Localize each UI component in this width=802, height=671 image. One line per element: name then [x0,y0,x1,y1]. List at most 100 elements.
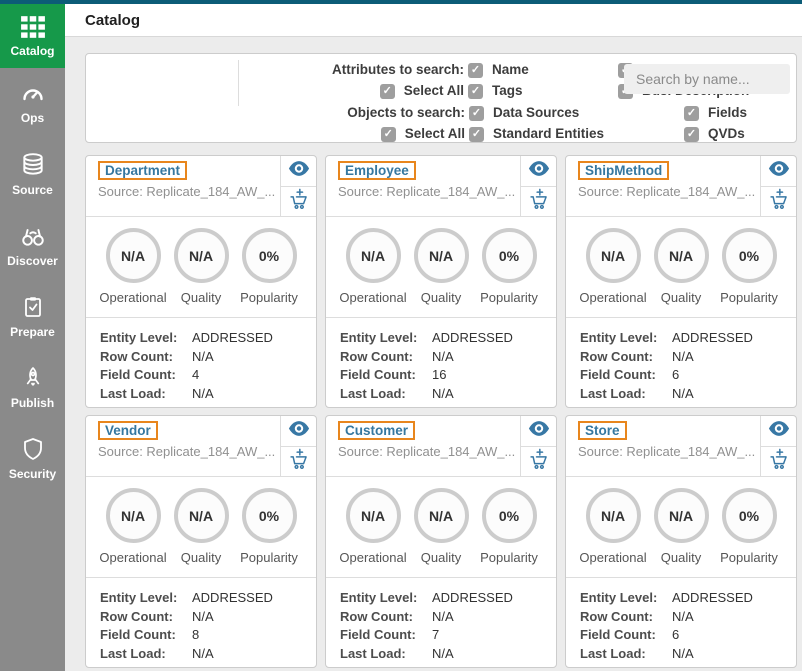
cart-plus-icon [529,448,549,475]
last-load-value: N/A [192,645,214,664]
last-load-value: N/A [432,385,454,404]
quality-meter: N/A Quality [647,228,715,317]
checkbox-standard-entities[interactable]: Standard Entities [469,125,684,143]
sidebar-item-prepare[interactable]: Prepare [0,281,65,352]
entity-level-value: ADDRESSED [672,589,753,608]
entity-title-link[interactable]: Vendor [98,421,158,440]
checkbox-objects-select-all[interactable]: Select All [201,125,469,143]
page-header: Catalog [65,4,802,37]
row-count-label: Row Count: [340,608,432,627]
entity-title-link[interactable]: Employee [338,161,416,180]
card-stats: Entity Level: ADDRESSED Row Count: N/A F… [566,317,796,403]
last-load-label: Last Load: [580,645,672,664]
row-count-value: N/A [672,608,694,627]
entity-source: Source: Replicate_184_AW_... [338,444,520,459]
add-to-cart-button[interactable] [761,187,796,217]
last-load-value: N/A [672,645,694,664]
popularity-label: Popularity [240,550,298,565]
search-input[interactable] [624,64,790,94]
sidebar-item-catalog[interactable]: Catalog [0,4,65,68]
checkbox-tags[interactable]: Tags [468,82,618,100]
sidebar-item-label: Ops [21,111,44,125]
add-to-cart-button[interactable] [761,447,796,477]
view-entity-button[interactable] [281,156,316,187]
quality-value: N/A [414,488,469,543]
sidebar-item-source[interactable]: Source [0,139,65,210]
entity-level-label: Entity Level: [340,589,432,608]
operational-value: N/A [586,488,641,543]
view-entity-button[interactable] [761,156,796,187]
card-meters: N/A Operational N/A Quality 0% Popularit… [86,477,316,577]
card-stats: Entity Level: ADDRESSED Row Count: N/A F… [86,577,316,663]
card-meters: N/A Operational N/A Quality 0% Popularit… [566,217,796,317]
checkbox-data-sources[interactable]: Data Sources [469,104,684,122]
view-entity-button[interactable] [521,156,556,187]
last-load-label: Last Load: [580,385,672,404]
sidebar-item-security[interactable]: Security [0,423,65,494]
popularity-value: 0% [722,488,777,543]
sidebar-item-ops[interactable]: Ops [0,68,65,139]
main-area: Catalog Attributes to search: Name Bus. … [65,4,802,671]
row-count-label: Row Count: [100,608,192,627]
operational-meter: N/A Operational [579,488,647,577]
operational-label: Operational [579,290,646,305]
sidebar-item-label: Source [12,183,53,197]
entity-level-value: ADDRESSED [432,589,513,608]
field-count-value: 8 [192,626,199,645]
eye-icon [288,160,310,182]
field-count-label: Field Count: [100,366,192,385]
row-count-value: N/A [672,348,694,367]
eye-icon [768,160,790,182]
popularity-label: Popularity [240,290,298,305]
entity-title-link[interactable]: Store [578,421,627,440]
sidebar-nav: Catalog Ops Source [0,4,65,671]
field-count-label: Field Count: [580,626,672,645]
checkbox-checked-icon [684,106,699,121]
field-count-value: 4 [192,366,199,385]
entity-level-label: Entity Level: [100,329,192,348]
add-to-cart-button[interactable] [521,447,556,477]
view-entity-button[interactable] [761,416,796,447]
quality-value: N/A [654,488,709,543]
quality-label: Quality [421,290,461,305]
entity-title-link[interactable]: Department [98,161,187,180]
attributes-label: Attributes to search: [246,61,468,79]
card-header: Department Source: Replicate_184_AW_... [86,156,316,217]
checkbox-fields[interactable]: Fields [684,104,794,122]
add-to-cart-button[interactable] [521,187,556,217]
popularity-meter: 0% Popularity [235,488,303,577]
popularity-value: 0% [482,488,537,543]
card-stats: Entity Level: ADDRESSED Row Count: N/A F… [86,317,316,403]
popularity-meter: 0% Popularity [715,488,783,577]
entity-title-link[interactable]: Customer [338,421,415,440]
eye-icon [528,160,550,182]
row-count-value: N/A [192,608,214,627]
popularity-label: Popularity [480,550,538,565]
quality-value: N/A [414,228,469,283]
add-to-cart-button[interactable] [281,187,316,217]
view-entity-button[interactable] [521,416,556,447]
card-header: Customer Source: Replicate_184_AW_... [326,416,556,477]
operational-label: Operational [339,290,406,305]
checkbox-qvds[interactable]: QVDs [684,125,794,143]
card-header: ShipMethod Source: Replicate_184_AW_... [566,156,796,217]
entity-level-value: ADDRESSED [672,329,753,348]
sidebar-item-label: Prepare [10,325,55,339]
add-to-cart-button[interactable] [281,447,316,477]
eye-icon [768,420,790,442]
quality-meter: N/A Quality [407,228,475,317]
entity-card: Store Source: Replicate_184_AW_... [565,415,797,668]
checkbox-checked-icon [468,84,483,99]
card-stats: Entity Level: ADDRESSED Row Count: N/A F… [326,577,556,663]
checkbox-name[interactable]: Name [468,61,618,79]
sidebar-item-discover[interactable]: Discover [0,210,65,281]
cart-plus-icon [769,188,789,215]
sidebar-item-label: Security [9,467,56,481]
operational-value: N/A [586,228,641,283]
checkbox-attributes-select-all[interactable]: Select All [246,82,468,100]
sidebar-item-publish[interactable]: Publish [0,352,65,423]
entity-title-link[interactable]: ShipMethod [578,161,669,180]
view-entity-button[interactable] [281,416,316,447]
entity-source: Source: Replicate_184_AW_... [338,184,520,199]
entity-source: Source: Replicate_184_AW_... [98,184,280,199]
